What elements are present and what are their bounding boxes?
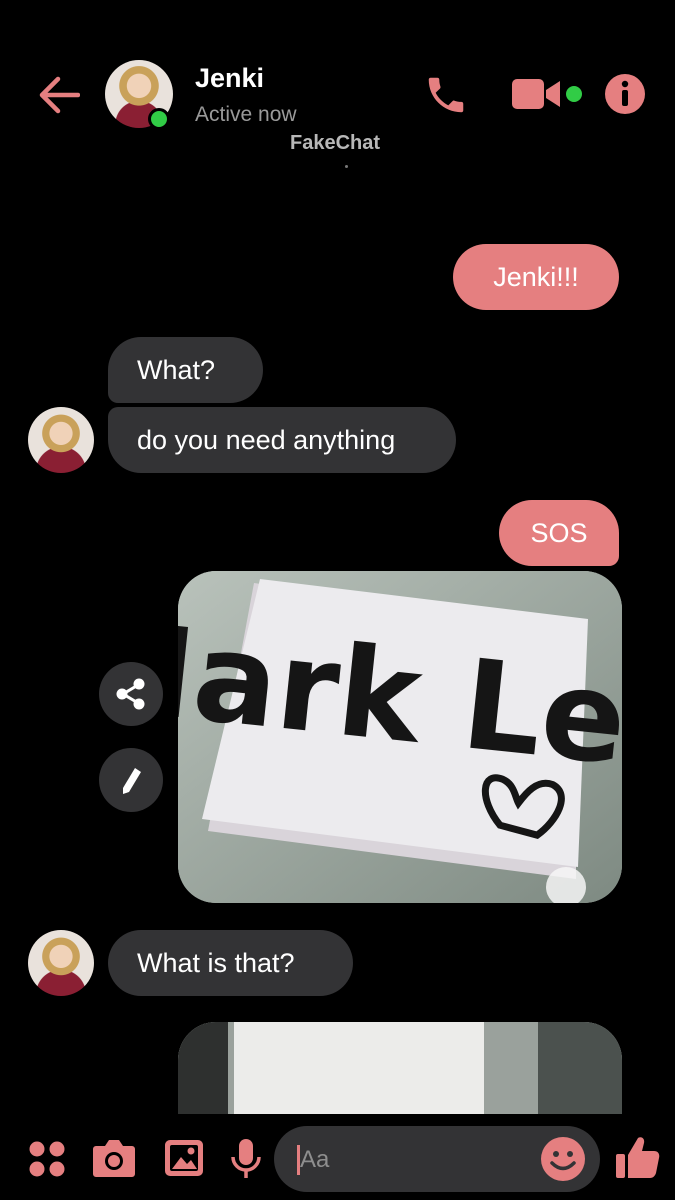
- menu-dots-icon[interactable]: [28, 1140, 66, 1178]
- pencil-icon: [123, 768, 141, 794]
- phone-icon[interactable]: [423, 72, 469, 118]
- online-status-dot: [148, 108, 170, 130]
- camera-icon[interactable]: [92, 1138, 136, 1178]
- gallery-icon[interactable]: [164, 1139, 204, 1177]
- message-input[interactable]: [298, 1126, 542, 1194]
- sender-avatar[interactable]: [28, 930, 94, 996]
- app-watermark: FakeChat: [290, 132, 381, 154]
- message-bubble-incoming[interactable]: What?: [108, 337, 263, 403]
- share-icon: [116, 678, 145, 710]
- message-bubble-incoming[interactable]: do you need anything: [108, 407, 456, 473]
- microphone-icon[interactable]: [230, 1138, 262, 1180]
- message-bubble-outgoing[interactable]: Jenki!!!: [453, 244, 619, 310]
- back-arrow-icon[interactable]: [38, 75, 80, 115]
- sender-avatar[interactable]: [28, 407, 94, 473]
- message-bubble-outgoing[interactable]: SOS: [499, 500, 619, 566]
- contact-name[interactable]: Jenki: [195, 63, 264, 94]
- video-online-dot: [566, 86, 582, 102]
- photo-message[interactable]: Mark Lee: [178, 571, 622, 903]
- contact-status: Active now: [195, 103, 297, 126]
- message-composer[interactable]: [274, 1126, 600, 1194]
- info-icon[interactable]: [604, 73, 646, 115]
- video-camera-icon[interactable]: [512, 78, 562, 110]
- thumbs-up-icon[interactable]: [614, 1134, 660, 1180]
- edit-photo-button[interactable]: [99, 748, 163, 812]
- share-button[interactable]: [99, 662, 163, 726]
- emoji-icon[interactable]: [540, 1136, 586, 1182]
- watermark-dot: [345, 165, 348, 168]
- text-cursor: [297, 1145, 300, 1175]
- handwritten-note-photo: Mark Lee: [178, 571, 622, 903]
- message-bubble-incoming[interactable]: What is that?: [108, 930, 353, 996]
